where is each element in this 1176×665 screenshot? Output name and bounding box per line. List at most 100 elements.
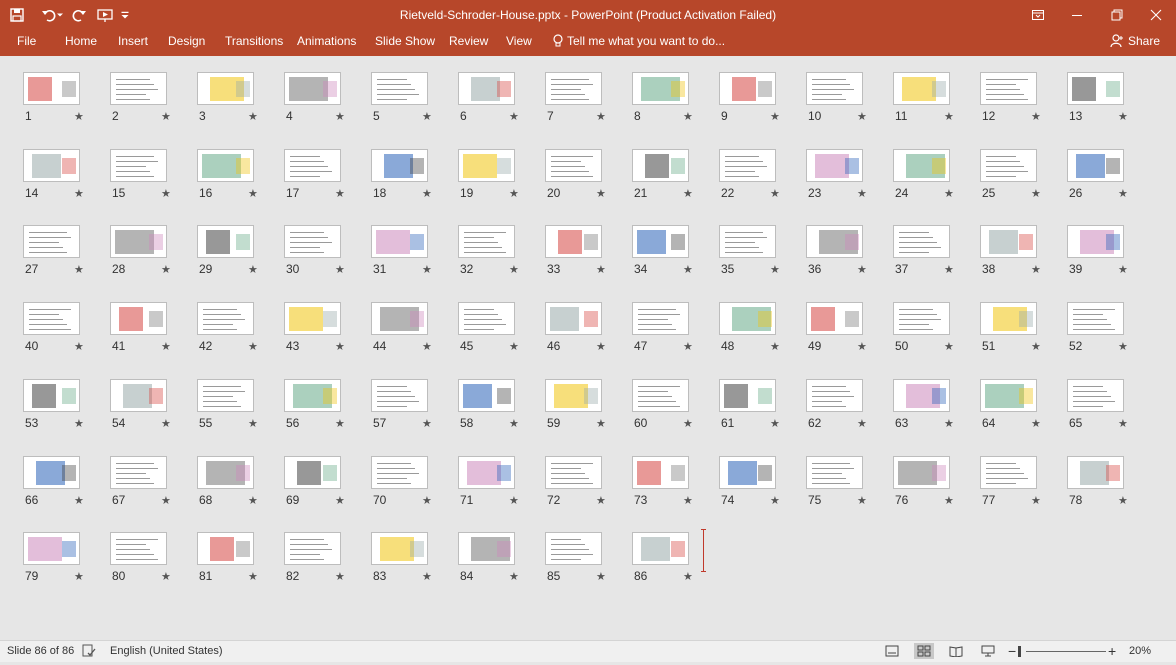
slide-thumbnail-76[interactable]: 76 ★ <box>893 455 980 520</box>
slide-thumbnail-64[interactable]: 64 ★ <box>980 378 1067 443</box>
slide-thumbnail-20[interactable]: 20 ★ <box>545 148 632 213</box>
slide-thumbnail-49[interactable]: 49 ★ <box>806 302 893 366</box>
slide-thumbnail-72[interactable]: 72 ★ <box>545 455 632 520</box>
slide-thumbnail-57[interactable]: 57 ★ <box>371 378 458 443</box>
slide-thumbnail-26[interactable]: 26 ★ <box>1067 148 1154 213</box>
slide-thumbnail-7[interactable]: 7 ★ <box>545 72 632 136</box>
slide-thumbnail-21[interactable]: 21 ★ <box>632 148 719 213</box>
slide-thumbnail-63[interactable]: 63 ★ <box>893 378 980 443</box>
slide-thumbnail-22[interactable]: 22 ★ <box>719 148 806 213</box>
slide-thumbnail-67[interactable]: 67 ★ <box>110 455 197 520</box>
slide-thumbnail-51[interactable]: 51 ★ <box>980 302 1067 366</box>
slide-thumbnail-62[interactable]: 62 ★ <box>806 378 893 443</box>
tab-design[interactable]: Design <box>168 30 205 56</box>
slide-thumbnail-40[interactable]: 40 ★ <box>23 302 110 366</box>
tell-me-search[interactable]: Tell me what you want to do... <box>552 30 725 56</box>
tab-animations[interactable]: Animations <box>297 30 356 56</box>
slide-thumbnail-79[interactable]: 79 ★ <box>23 532 110 596</box>
slide-thumbnail-45[interactable]: 45 ★ <box>458 302 545 366</box>
reading-view-icon[interactable] <box>946 643 966 659</box>
slide-thumbnail-65[interactable]: 65 ★ <box>1067 378 1154 443</box>
slide-thumbnail-16[interactable]: 16 ★ <box>197 148 284 213</box>
slide-thumbnail-58[interactable]: 58 ★ <box>458 378 545 443</box>
zoom-in-button[interactable]: + <box>1108 641 1116 661</box>
slide-thumbnail-27[interactable]: 27 ★ <box>23 225 110 289</box>
slide-thumbnail-31[interactable]: 31 ★ <box>371 225 458 289</box>
slide-thumbnail-13[interactable]: 13 ★ <box>1067 72 1154 136</box>
slide-thumbnail-42[interactable]: 42 ★ <box>197 302 284 366</box>
slide-thumbnail-66[interactable]: 66 ★ <box>23 455 110 520</box>
slide-thumbnail-38[interactable]: 38 ★ <box>980 225 1067 289</box>
tab-insert[interactable]: Insert <box>118 30 148 56</box>
slide-thumbnail-2[interactable]: 2 ★ <box>110 72 197 136</box>
slide-thumbnail-5[interactable]: 5 ★ <box>371 72 458 136</box>
slide-thumbnail-4[interactable]: 4 ★ <box>284 72 371 136</box>
notes-icon[interactable] <box>882 643 902 659</box>
slide-thumbnail-84[interactable]: 84 ★ <box>458 532 545 596</box>
slide-thumbnail-44[interactable]: 44 ★ <box>371 302 458 366</box>
slide-thumbnail-85[interactable]: 85 ★ <box>545 532 632 596</box>
ribbon-display-options-icon[interactable] <box>1018 0 1058 30</box>
slide-thumbnail-8[interactable]: 8 ★ <box>632 72 719 136</box>
slide-thumbnail-15[interactable]: 15 ★ <box>110 148 197 213</box>
spelling-check-icon[interactable] <box>82 644 96 658</box>
tab-review[interactable]: Review <box>449 30 488 56</box>
slide-thumbnail-24[interactable]: 24 ★ <box>893 148 980 213</box>
slide-thumbnail-9[interactable]: 9 ★ <box>719 72 806 136</box>
slide-thumbnail-71[interactable]: 71 ★ <box>458 455 545 520</box>
zoom-slider-track[interactable] <box>1026 651 1106 652</box>
slide-thumbnail-54[interactable]: 54 ★ <box>110 378 197 443</box>
slide-thumbnail-80[interactable]: 80 ★ <box>110 532 197 596</box>
slide-thumbnail-25[interactable]: 25 ★ <box>980 148 1067 213</box>
slide-thumbnail-74[interactable]: 74 ★ <box>719 455 806 520</box>
slide-thumbnail-3[interactable]: 3 ★ <box>197 72 284 136</box>
slide-thumbnail-53[interactable]: 53 ★ <box>23 378 110 443</box>
slide-thumbnail-6[interactable]: 6 ★ <box>458 72 545 136</box>
slide-thumbnail-81[interactable]: 81 ★ <box>197 532 284 596</box>
slide-thumbnail-61[interactable]: 61 ★ <box>719 378 806 443</box>
minimize-icon[interactable] <box>1057 0 1097 30</box>
slide-thumbnail-56[interactable]: 56 ★ <box>284 378 371 443</box>
slide-thumbnail-75[interactable]: 75 ★ <box>806 455 893 520</box>
restore-icon[interactable] <box>1097 0 1137 30</box>
slide-thumbnail-52[interactable]: 52 ★ <box>1067 302 1154 366</box>
slide-show-icon[interactable] <box>978 643 998 659</box>
slide-indicator[interactable]: Slide 86 of 86 <box>7 641 74 661</box>
slide-thumbnail-73[interactable]: 73 ★ <box>632 455 719 520</box>
slide-thumbnail-55[interactable]: 55 ★ <box>197 378 284 443</box>
slide-thumbnail-41[interactable]: 41 ★ <box>110 302 197 366</box>
slide-thumbnail-30[interactable]: 30 ★ <box>284 225 371 289</box>
slide-thumbnail-70[interactable]: 70 ★ <box>371 455 458 520</box>
slide-thumbnail-86[interactable]: 86 ★ <box>632 532 719 596</box>
zoom-out-button[interactable]: − <box>1008 641 1016 661</box>
tab-transitions[interactable]: Transitions <box>225 30 283 56</box>
slide-thumbnail-28[interactable]: 28 ★ <box>110 225 197 289</box>
slide-thumbnail-37[interactable]: 37 ★ <box>893 225 980 289</box>
slide-thumbnail-82[interactable]: 82 ★ <box>284 532 371 596</box>
slide-thumbnail-48[interactable]: 48 ★ <box>719 302 806 366</box>
slide-thumbnail-34[interactable]: 34 ★ <box>632 225 719 289</box>
slide-thumbnail-14[interactable]: 14 ★ <box>23 148 110 213</box>
slide-sorter-icon[interactable] <box>914 643 934 659</box>
slide-thumbnail-11[interactable]: 11 ★ <box>893 72 980 136</box>
slide-thumbnail-46[interactable]: 46 ★ <box>545 302 632 366</box>
zoom-slider-thumb[interactable] <box>1018 646 1021 657</box>
slide-thumbnail-10[interactable]: 10 ★ <box>806 72 893 136</box>
slide-thumbnail-29[interactable]: 29 ★ <box>197 225 284 289</box>
slide-thumbnail-12[interactable]: 12 ★ <box>980 72 1067 136</box>
slide-thumbnail-23[interactable]: 23 ★ <box>806 148 893 213</box>
slide-thumbnail-47[interactable]: 47 ★ <box>632 302 719 366</box>
slide-thumbnail-68[interactable]: 68 ★ <box>197 455 284 520</box>
share-button[interactable]: Share <box>1110 30 1160 56</box>
slide-thumbnail-32[interactable]: 32 ★ <box>458 225 545 289</box>
slide-thumbnail-17[interactable]: 17 ★ <box>284 148 371 213</box>
slide-thumbnail-39[interactable]: 39 ★ <box>1067 225 1154 289</box>
slide-thumbnail-33[interactable]: 33 ★ <box>545 225 632 289</box>
slide-thumbnail-35[interactable]: 35 ★ <box>719 225 806 289</box>
tab-file[interactable]: File <box>17 30 36 56</box>
slide-thumbnail-18[interactable]: 18 ★ <box>371 148 458 213</box>
zoom-level[interactable]: 20% <box>1129 641 1151 661</box>
slide-thumbnail-83[interactable]: 83 ★ <box>371 532 458 596</box>
tab-home[interactable]: Home <box>65 30 97 56</box>
slide-thumbnail-19[interactable]: 19 ★ <box>458 148 545 213</box>
